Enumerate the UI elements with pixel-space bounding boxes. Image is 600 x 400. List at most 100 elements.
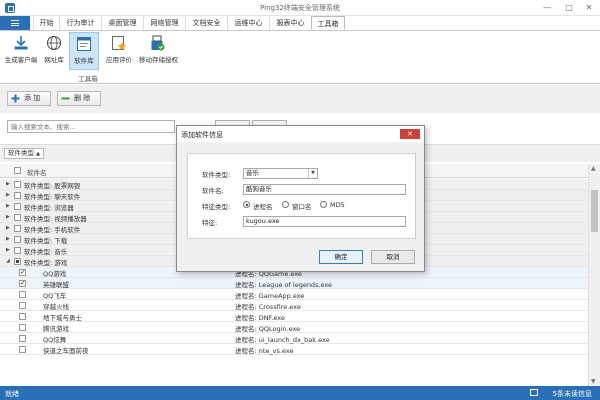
app-rating-label: 应用评价 [106,56,132,64]
add-button-label: 添 加 [24,94,41,102]
radio-md5-label: MD5 [330,201,345,209]
software-name-cell: 穿越火线 [43,303,69,311]
select-all-checkbox[interactable] [14,167,21,174]
row-checkbox[interactable] [19,346,26,353]
close-button[interactable]: ✕ [583,2,595,13]
group-checkbox[interactable] [14,258,21,265]
row-checkbox[interactable] [19,324,26,331]
row-checkbox[interactable] [19,268,26,276]
status-bar: 就绪 5条未读信息 [0,386,600,400]
column-header-software-name[interactable]: 软件名 [27,167,47,177]
download-icon [14,36,28,50]
generate-client-label: 生成客户端 [4,56,38,64]
row-checkbox[interactable] [19,302,26,309]
scroll-up-icon[interactable]: ▲ [591,165,596,172]
table-row[interactable]: 侠道之车面前夜 进程名: nte_vs.exe [0,344,588,355]
tab-desktop-management[interactable]: 桌面管理 [101,16,143,30]
delete-button-label: 删 除 [74,94,91,102]
removable-storage-auth-button[interactable]: 移动存储授权 [139,32,178,70]
group-label: 软件类型: 股票网银 [24,182,81,190]
cancel-button[interactable]: 取消 [371,250,415,264]
vertical-scrollbar[interactable]: ▲ ▼ [588,164,600,386]
url-library-button[interactable]: 网址库 [40,32,68,70]
expand-arrow-icon[interactable]: ▶ [6,214,10,220]
software-name-label: 软件名: [202,187,224,195]
software-type-value: 音乐 [246,169,259,177]
tab-report-center[interactable]: 报表中心 [269,16,311,30]
tab-behavior-audit[interactable]: 行为审计 [59,16,101,30]
feature-type-label: 特征类型: [202,203,231,211]
tab-ops-center[interactable]: 运维中心 [227,16,269,30]
dialog-close-button[interactable]: ✕ [400,129,420,139]
table-row[interactable]: QQ炫舞 进程名: ui_launch_dx_bak.exe [0,333,588,344]
generate-client-button[interactable]: 生成客户端 [3,32,39,70]
tab-document-security[interactable]: 文档安全 [185,16,227,30]
group-checkbox[interactable] [14,236,21,243]
url-library-label: 网址库 [44,56,64,64]
expand-arrow-icon[interactable]: ▶ [6,181,10,187]
group-checkbox[interactable] [14,247,21,254]
expand-arrow-icon[interactable]: ▶ [6,247,10,253]
group-by-label: 软件类型 [8,149,34,157]
table-row[interactable]: QQ飞车 进程名: GameApp.exe [0,289,588,300]
search-input[interactable] [7,120,175,133]
expand-arrow-icon[interactable]: ▶ [6,192,10,198]
file-menu-button[interactable] [0,16,30,30]
add-button[interactable]: 添 加 [7,91,51,106]
status-text: 就绪 [5,390,19,398]
software-type-select[interactable]: 音乐 ▼ [243,168,318,179]
dialog-form: 软件类型: 音乐 ▼ 软件名: 酷狗音乐 特征类型: 进程名 窗口名 MD5 特… [187,153,416,239]
table-row[interactable]: 腾讯游戏 进程名: QQLogin.exe [0,322,588,333]
group-label: 软件类型: 手机软件 [24,226,81,234]
star-document-icon [112,36,127,51]
group-checkbox[interactable] [14,214,21,221]
maximize-button[interactable]: □ [563,2,575,13]
table-row[interactable]: 英雄联盟 进程名: League of legends.exe [0,278,588,289]
software-type-label: 软件类型: [202,171,231,179]
scroll-down-icon[interactable]: ▼ [591,378,596,385]
tab-network-management[interactable]: 网络管理 [143,16,185,30]
row-checkbox[interactable] [19,313,26,320]
scrollbar-thumb[interactable] [591,190,598,232]
removable-storage-auth-label: 移动存储授权 [139,56,178,64]
row-checkbox[interactable] [19,335,26,342]
software-name-cell: 腾讯游戏 [43,325,69,333]
group-checkbox[interactable] [14,225,21,232]
software-library-button[interactable]: 软件库 [69,32,99,70]
collapse-arrow-icon[interactable]: ◢ [6,258,10,264]
expand-arrow-icon[interactable]: ▶ [6,203,10,209]
expand-arrow-icon[interactable]: ▶ [6,225,10,231]
feature-label: 特征: [202,219,218,227]
unread-messages[interactable]: 5条未读信息 [553,389,592,399]
table-row[interactable]: 地下城与勇士 进程名: DNF.exe [0,311,588,322]
chevron-down-icon: ▼ [308,169,317,178]
radio-md5[interactable] [320,201,327,208]
group-label: 软件类型: 游戏 [24,259,68,267]
tab-toolbox[interactable]: 工具箱 [311,16,345,30]
title-bar: Ping32终端安全管理系统 — □ ✕ [0,0,600,16]
delete-button[interactable]: 删 除 [57,91,101,106]
feature-cell: 进程名: GameApp.exe [235,292,305,300]
radio-window-name[interactable] [282,201,289,208]
ribbon-panel: 生成客户端 网址库 软件库 应用评价 移动存储授权 工具箱 [0,30,600,84]
group-label: 软件类型: 下载 [24,237,68,245]
group-checkbox[interactable] [14,181,21,188]
ok-button[interactable]: 确定 [319,250,363,264]
row-checkbox[interactable] [19,291,26,298]
software-name-cell: QQ飞车 [43,292,67,300]
radio-process-name[interactable] [243,201,250,208]
row-checkbox[interactable] [19,279,26,287]
table-row[interactable]: 穿越火线 进程名: Crossfire.exe [0,300,588,311]
group-checkbox[interactable] [14,203,21,210]
feature-input[interactable]: kugou.exe [243,216,406,227]
expand-arrow-icon[interactable]: ▶ [6,236,10,242]
group-checkbox[interactable] [14,192,21,199]
minimize-button[interactable]: — [541,2,553,13]
usb-check-icon [151,35,165,51]
group-by-chip[interactable]: 软件类型 ▲ [4,148,44,159]
dialog-title: 添加软件信息 [181,131,223,139]
software-name-cell: QQ炫舞 [43,336,67,344]
software-name-input[interactable]: 酷狗音乐 [243,184,406,195]
app-rating-button[interactable]: 应用评价 [100,32,138,70]
tab-start[interactable]: 开始 [33,16,59,30]
